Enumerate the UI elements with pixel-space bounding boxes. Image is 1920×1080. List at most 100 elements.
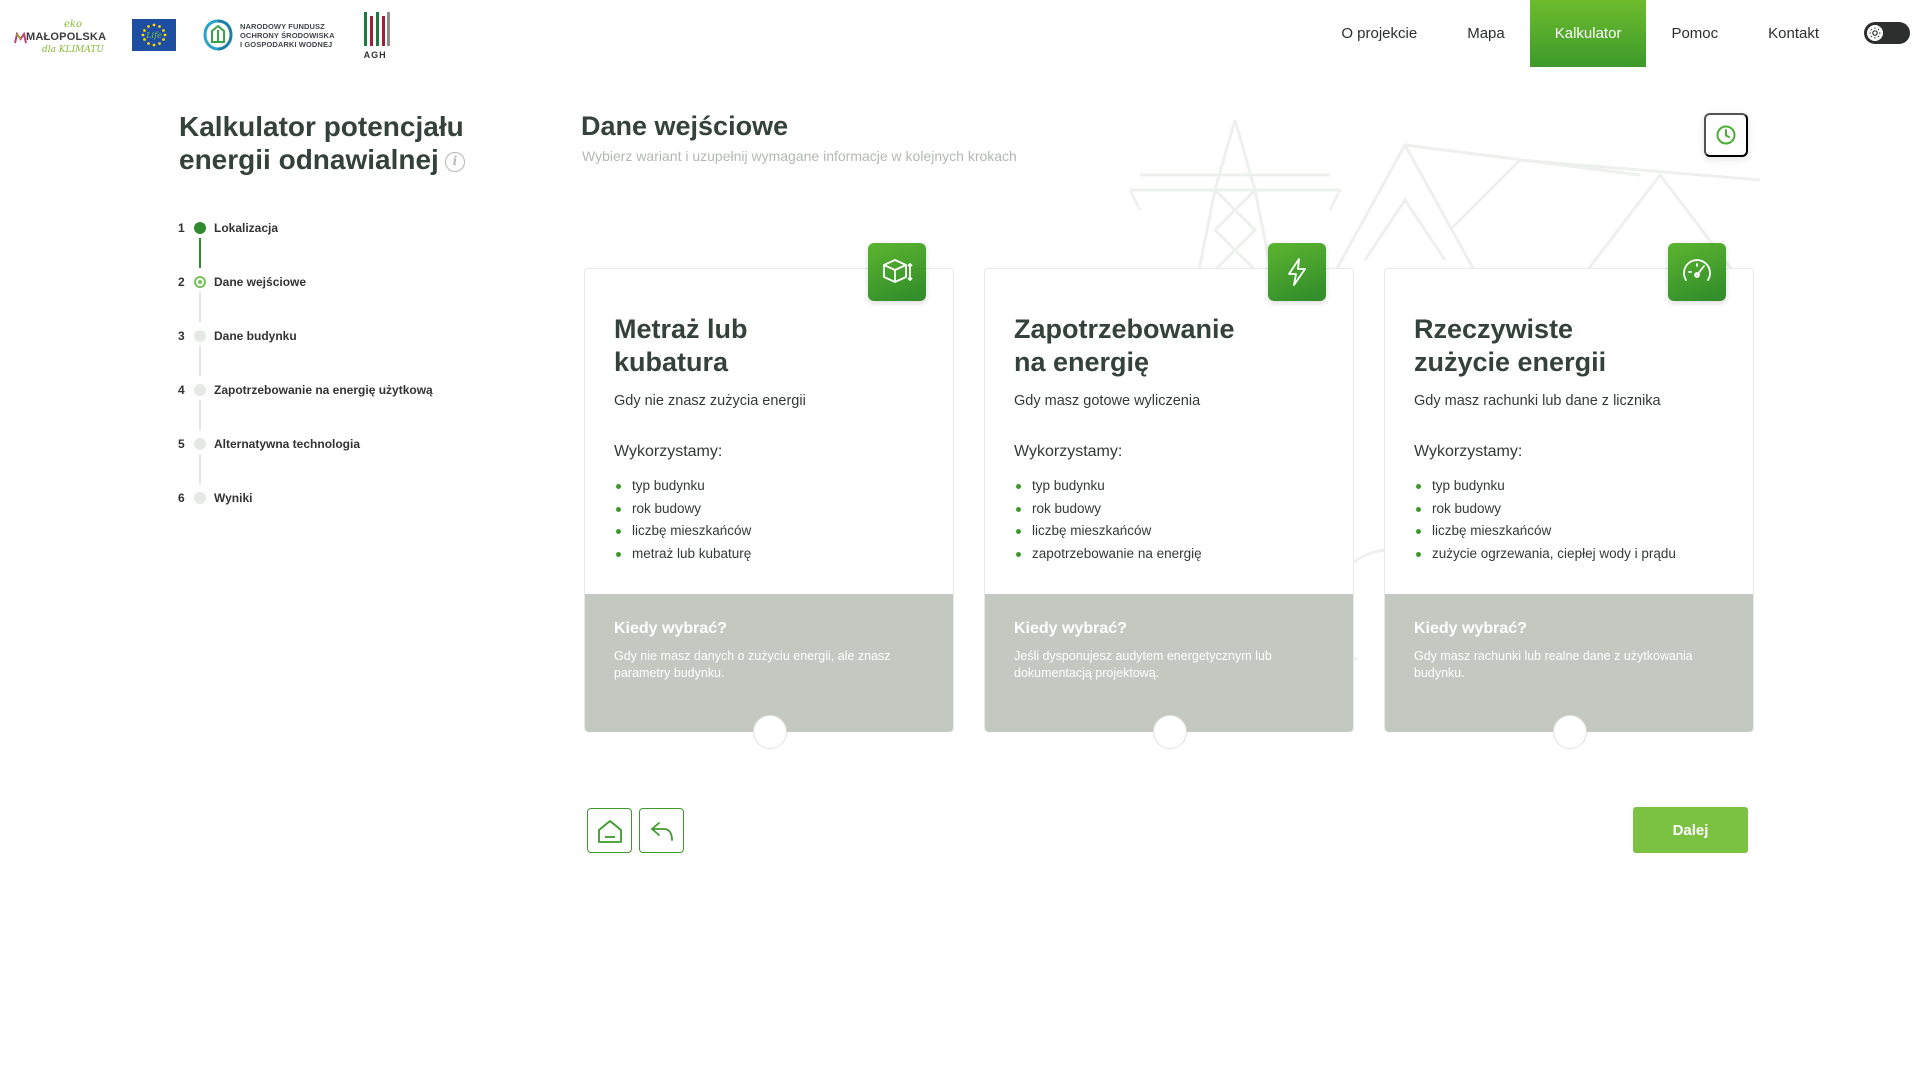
card-title-line: zużycie energii bbox=[1414, 347, 1607, 377]
gauge-icon bbox=[1668, 243, 1726, 301]
nfosigw-text: NARODOWY FUNDUSZ OCHRONY ŚRODOWISKA I GO… bbox=[240, 22, 335, 49]
logo-malopolska-text: MAŁOPOLSKA bbox=[26, 31, 107, 43]
info-icon[interactable]: i bbox=[444, 151, 465, 172]
step-connector bbox=[199, 400, 201, 430]
card-description: Gdy masz gotowe wyliczenia bbox=[1014, 393, 1201, 409]
variant-card-zapotrzebowanie[interactable]: Zapotrzebowanie na energię Gdy masz gotow… bbox=[984, 243, 1354, 749]
card-title-line: Metraż lub bbox=[614, 314, 748, 344]
page-title: Dane wejściowe bbox=[581, 111, 789, 141]
card-uses-list: typ budynku rok budowy liczbę mieszkańcó… bbox=[1014, 475, 1202, 565]
variant-card-metraz[interactable]: Metraż lub kubatura Gdy nie znasz zużycia… bbox=[584, 243, 954, 749]
nfosigw-logo[interactable]: NARODOWY FUNDUSZ OCHRONY ŚRODOWISKA I GO… bbox=[202, 18, 335, 52]
eu-life-logo[interactable]: Life bbox=[132, 19, 176, 51]
step-number: 2 bbox=[178, 275, 185, 289]
nfos-line-3: I GOSPODARKI WODNEJ bbox=[240, 39, 333, 49]
nfos-line-2: OCHRONY ŚRODOWISKA bbox=[240, 30, 335, 40]
main-nav: O projekcie Mapa Kalkulator Pomoc Kontak… bbox=[1316, 0, 1920, 67]
card-title: Rzeczywiste zużycie energii bbox=[1414, 313, 1714, 379]
sun-icon bbox=[1867, 25, 1883, 41]
card-footer: Kiedy wybrać? Gdy nie masz danych o zuży… bbox=[585, 594, 953, 749]
svg-text:Life: Life bbox=[145, 31, 162, 40]
agh-text: AGH bbox=[363, 50, 387, 60]
list-item: zapotrzebowanie na energię bbox=[1014, 543, 1202, 566]
step-dane-budynku[interactable]: 3 Dane budynku bbox=[178, 326, 498, 380]
card-title-line: Rzeczywiste bbox=[1414, 314, 1574, 344]
card-title-line: na energię bbox=[1014, 347, 1150, 377]
nav-kalkulator[interactable]: Kalkulator bbox=[1529, 0, 1647, 67]
step-label: Lokalizacja bbox=[214, 221, 279, 235]
step-connector bbox=[199, 292, 201, 322]
list-item: rok budowy bbox=[614, 498, 751, 521]
card-select-radio[interactable] bbox=[1553, 715, 1587, 749]
nfosigw-mark-icon bbox=[203, 19, 233, 51]
history-button[interactable] bbox=[1704, 113, 1748, 157]
next-button[interactable]: Dalej bbox=[1633, 807, 1748, 853]
card-description: Gdy masz rachunki lub dane z licznika bbox=[1414, 393, 1661, 409]
card-select-radio[interactable] bbox=[1153, 715, 1187, 749]
step-number: 6 bbox=[178, 491, 185, 505]
logo-dla-klimatu-text: dla KLIMATU bbox=[42, 45, 104, 55]
card-uses-list: typ budynku rok budowy liczbę mieszkańcó… bbox=[1414, 475, 1676, 565]
card-uses-label: Wykorzystamy: bbox=[614, 443, 723, 460]
calculator-title: Kalkulator potencjału energii odnawialne… bbox=[179, 110, 509, 176]
page-subtitle: Wybierz wariant i uzupełnij wymagane inf… bbox=[582, 148, 1017, 164]
card-uses-label: Wykorzystamy: bbox=[1414, 443, 1523, 460]
card-when-label: Kiedy wybrać? bbox=[1414, 620, 1527, 637]
theme-toggle[interactable] bbox=[1864, 22, 1910, 44]
step-lokalizacja[interactable]: 1 Lokalizacja bbox=[178, 218, 498, 272]
list-item: typ budynku bbox=[1014, 475, 1202, 498]
step-done-dot bbox=[194, 222, 206, 234]
eko-malopolska-logo[interactable]: eko MAŁOPOLSKA dla KLIMATU bbox=[12, 13, 107, 57]
card-when-text: Gdy masz rachunki lub realne dane z użyt… bbox=[1414, 649, 1693, 680]
variant-card-rzeczywiste-zuzycie[interactable]: Rzeczywiste zużycie energii Gdy masz rach… bbox=[1384, 243, 1754, 749]
list-item: liczbę mieszkańców bbox=[614, 520, 751, 543]
card-title-line: Zapotrzebowanie bbox=[1014, 314, 1235, 344]
step-number: 5 bbox=[178, 437, 185, 451]
calculator-title-text: Kalkulator potencjału energii odnawialne… bbox=[179, 111, 464, 175]
nav-o-projekcie[interactable]: O projekcie bbox=[1316, 0, 1442, 67]
step-zapotrzebowanie[interactable]: 4 Zapotrzebowanie na energię użytkową bbox=[178, 380, 498, 434]
list-item: zużycie ogrzewania, ciepłej wody i prądu bbox=[1414, 543, 1676, 566]
step-label: Alternatywna technologia bbox=[214, 437, 361, 451]
card-when-label: Kiedy wybrać? bbox=[614, 620, 727, 637]
nav-mapa[interactable]: Mapa bbox=[1442, 0, 1530, 67]
list-item: liczbę mieszkańców bbox=[1414, 520, 1676, 543]
card-title: Metraż lub kubatura bbox=[614, 313, 914, 379]
step-pending-dot bbox=[194, 438, 206, 450]
step-connector bbox=[199, 346, 201, 376]
card-when-label: Kiedy wybrać? bbox=[1014, 620, 1127, 637]
eu-stars-icon: Life bbox=[141, 23, 167, 47]
step-alternatywna-technologia[interactable]: 5 Alternatywna technologia bbox=[178, 434, 498, 488]
card-select-radio[interactable] bbox=[753, 715, 787, 749]
step-pending-dot bbox=[194, 384, 206, 396]
card-uses-label: Wykorzystamy: bbox=[1014, 443, 1123, 460]
step-label: Wyniki bbox=[214, 491, 253, 505]
home-button[interactable] bbox=[587, 808, 632, 853]
step-dane-wejsciowe[interactable]: 2 Dane wejściowe bbox=[178, 272, 498, 326]
agh-logo[interactable]: AGH bbox=[361, 10, 391, 60]
card-footer: Kiedy wybrać? Gdy masz rachunki lub real… bbox=[1385, 594, 1753, 749]
back-button[interactable] bbox=[639, 808, 684, 853]
list-item: liczbę mieszkańców bbox=[1014, 520, 1202, 543]
card-title-line: kubatura bbox=[614, 347, 729, 377]
step-number: 3 bbox=[178, 329, 185, 343]
logos-bar: eko MAŁOPOLSKA dla KLIMATU Life NARODOWY… bbox=[12, 10, 391, 60]
step-connector bbox=[199, 238, 201, 268]
step-number: 1 bbox=[178, 221, 185, 235]
list-item: typ budynku bbox=[614, 475, 751, 498]
home-icon bbox=[597, 819, 622, 843]
step-connector bbox=[199, 454, 201, 484]
step-pending-dot bbox=[194, 492, 206, 504]
step-label: Zapotrzebowanie na energię użytkową bbox=[214, 383, 433, 397]
cube-icon bbox=[868, 243, 926, 301]
list-item: rok budowy bbox=[1414, 498, 1676, 521]
card-description: Gdy nie znasz zużycia energii bbox=[614, 393, 806, 409]
nav-kontakt[interactable]: Kontakt bbox=[1743, 0, 1844, 67]
card-when-text: Gdy nie masz danych o zużyciu energii, a… bbox=[614, 649, 891, 680]
list-item: typ budynku bbox=[1414, 475, 1676, 498]
nfos-line-1: NARODOWY FUNDUSZ bbox=[240, 21, 325, 31]
nav-pomoc[interactable]: Pomoc bbox=[1646, 0, 1743, 67]
step-wyniki[interactable]: 6 Wyniki bbox=[178, 488, 498, 542]
agh-bars-icon bbox=[363, 12, 390, 46]
step-label: Dane budynku bbox=[214, 329, 297, 343]
